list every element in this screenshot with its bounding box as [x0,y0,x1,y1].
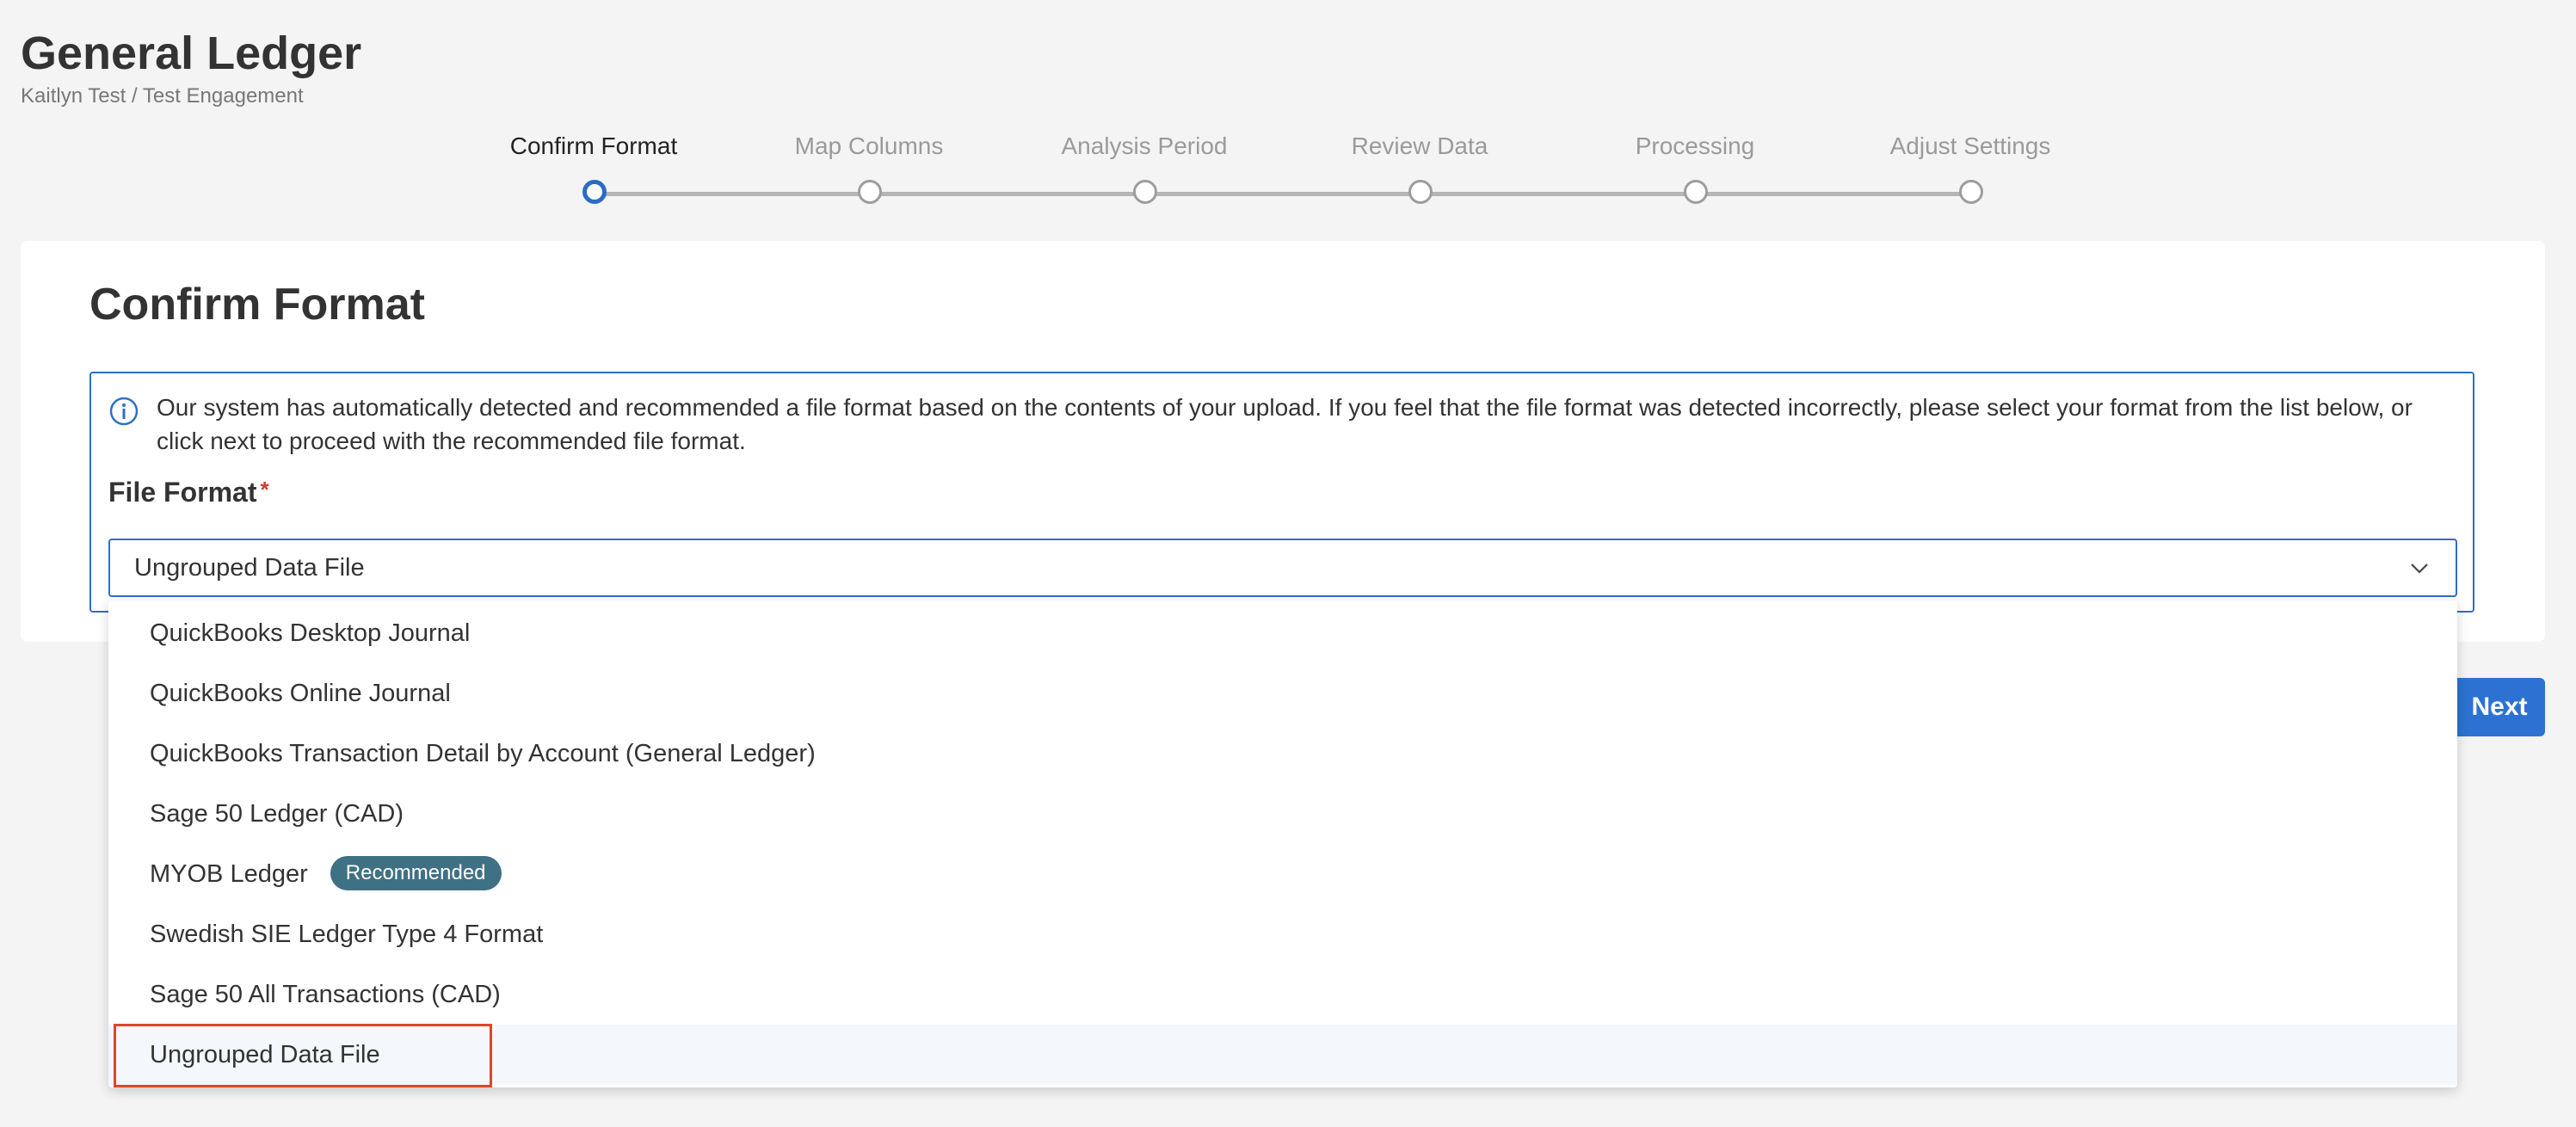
file-format-label: File Format * [108,477,269,508]
field-label-text: File Format [108,477,257,508]
step-label: Adjust Settings [1889,132,2051,159]
step-indicator-icon [1959,180,1983,204]
option-label: MYOB Ledger [150,860,308,888]
option-label: QuickBooks Online Journal [150,680,451,707]
file-format-select[interactable]: Ungrouped Data File [108,539,2457,597]
confirm-format-card: Confirm Format Our system has automatica… [21,241,2545,642]
step-processing[interactable]: Processing [1557,129,1833,204]
step-adjust-settings[interactable]: Adjust Settings [1833,129,2108,204]
step-label: Processing [1635,132,1755,159]
section-title: Confirm Format [89,280,425,329]
dropdown-option[interactable]: Sage 50 Ledger (CAD) [108,784,2457,844]
option-label: QuickBooks Desktop Journal [150,619,471,647]
step-confirm-format[interactable]: Confirm Format [456,129,731,204]
dropdown-option[interactable]: QuickBooks Transaction Detail by Account… [108,724,2457,784]
step-indicator-icon [1408,180,1433,204]
option-label: Swedish SIE Ledger Type 4 Format [150,921,544,948]
dropdown-option-selected[interactable]: Ungrouped Data File [108,1025,2457,1085]
dropdown-option[interactable]: QuickBooks Desktop Journal [108,603,2457,663]
step-indicator-icon [1684,180,1708,204]
recommended-badge: Recommended [330,856,502,891]
step-indicator-icon [1133,180,1157,204]
option-label: Sage 50 All Transactions (CAD) [150,981,501,1008]
step-label: Confirm Format [509,132,678,159]
progress-stepper: Confirm Format Map Columns Analysis Peri… [0,129,2576,215]
option-label: Sage 50 Ledger (CAD) [150,800,404,828]
page-title: General Ledger [21,28,362,79]
dropdown-option[interactable]: Sage 50 All Transactions (CAD) [108,964,2457,1025]
dropdown-option[interactable]: MYOB Ledger Recommended [108,844,2457,904]
step-label: Analysis Period [1061,132,1228,159]
file-format-dropdown: QuickBooks Desktop Journal QuickBooks On… [108,600,2457,1087]
dropdown-option[interactable]: QuickBooks Online Journal [108,663,2457,724]
chevron-down-icon[interactable] [2409,559,2430,576]
step-analysis-period[interactable]: Analysis Period [1007,129,1282,204]
step-label: Review Data [1351,132,1488,159]
stepper-line [594,192,1970,196]
dropdown-option[interactable]: Swedish SIE Ledger Type 4 Format [108,904,2457,964]
info-message: Our system has automatically detected an… [157,394,2413,454]
step-indicator-icon [858,180,882,204]
option-label: QuickBooks Transaction Detail by Account… [150,740,816,767]
required-marker: * [260,477,269,502]
option-label: Ungrouped Data File [150,1041,380,1068]
step-indicator-icon [582,180,607,204]
file-format-panel: Our system has automatically detected an… [89,372,2474,613]
step-map-columns[interactable]: Map Columns [731,129,1007,204]
selected-value: Ungrouped Data File [134,554,365,582]
breadcrumb: Kaitlyn Test / Test Engagement [21,84,304,108]
next-button[interactable]: Next [2454,678,2545,736]
step-label: Map Columns [794,132,944,159]
info-icon [109,397,139,426]
step-review-data[interactable]: Review Data [1282,129,1557,204]
